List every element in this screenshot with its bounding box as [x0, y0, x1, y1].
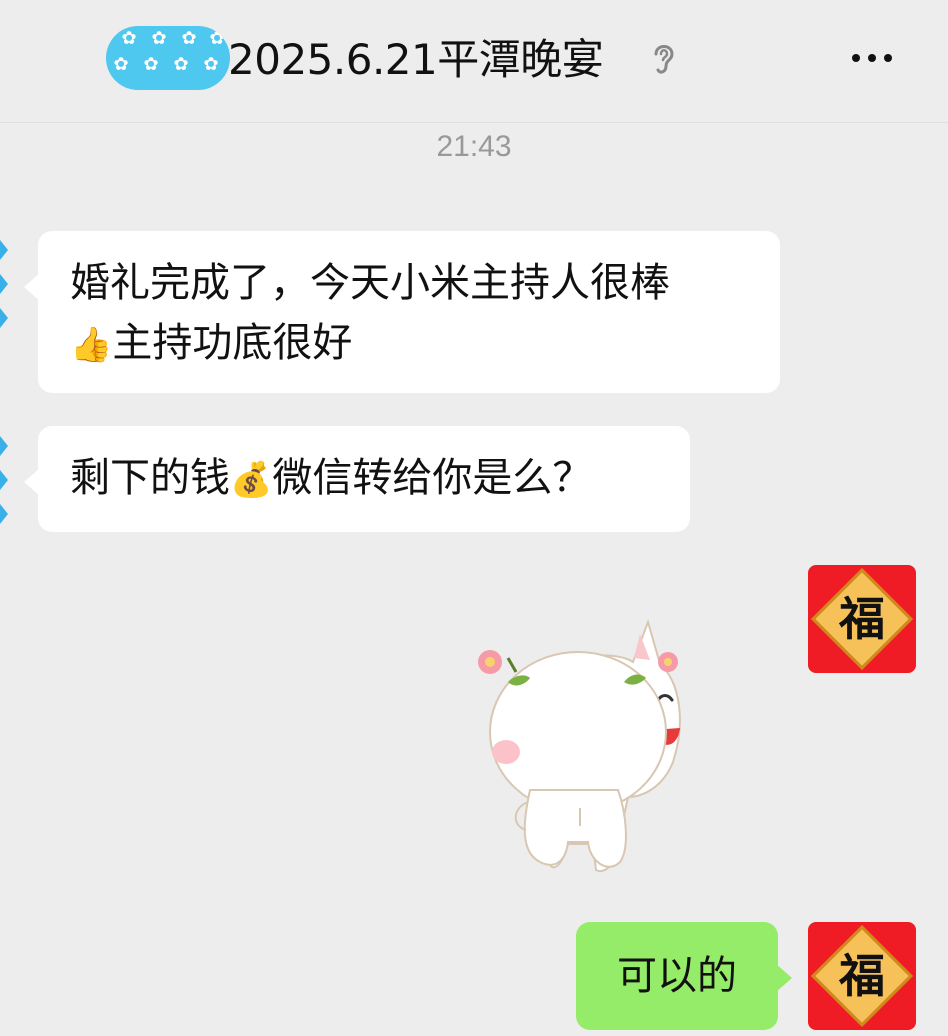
cartoon-cats-hugging-sticker[interactable]: [468, 612, 728, 892]
self-avatar[interactable]: 福: [808, 922, 916, 1030]
message-text: 微信转给你是么？: [272, 455, 593, 501]
chat-header: ✿ ✿ ✿ ✿ ✿ ✿ ✿ ✿ 2025.6.21平潭晚宴: [0, 0, 948, 123]
more-button[interactable]: [840, 38, 904, 78]
fu-char: 福: [839, 949, 885, 1003]
chat-title: 2025.6.21平潭晚宴: [228, 35, 604, 84]
group-avatar-icon: ✿ ✿ ✿ ✿ ✿ ✿ ✿ ✿: [106, 26, 230, 90]
ear-icon[interactable]: [648, 38, 680, 78]
message-text: 婚礼完成了，今天小米主持人很棒: [70, 260, 670, 306]
more-dot: [884, 54, 892, 62]
message-bubble[interactable]: 婚礼完成了，今天小米主持人很棒 👍主持功底很好: [24, 231, 780, 393]
message-text: 可以的: [617, 953, 737, 999]
fu-char: 福: [839, 592, 885, 646]
message-text: 主持功底很好: [112, 320, 353, 366]
message-line: 👍主持功底很好: [70, 313, 748, 375]
more-icon: [852, 54, 860, 62]
thumbs-up-icon: 👍: [70, 325, 113, 365]
message-bubble-self[interactable]: 可以的: [576, 922, 792, 1030]
message-bubble[interactable]: 剩下的钱💰微信转给你是么？: [24, 426, 690, 532]
self-avatar[interactable]: 福: [808, 565, 916, 673]
message-line: 剩下的钱💰微信转给你是么？: [70, 448, 658, 510]
message-timestamp: 21:43: [436, 130, 512, 163]
sender-avatar[interactable]: [0, 428, 12, 534]
message-text: 剩下的钱: [70, 455, 230, 501]
sender-avatar[interactable]: [0, 232, 12, 338]
money-bag-icon: 💰: [230, 460, 273, 500]
more-dot: [868, 54, 876, 62]
